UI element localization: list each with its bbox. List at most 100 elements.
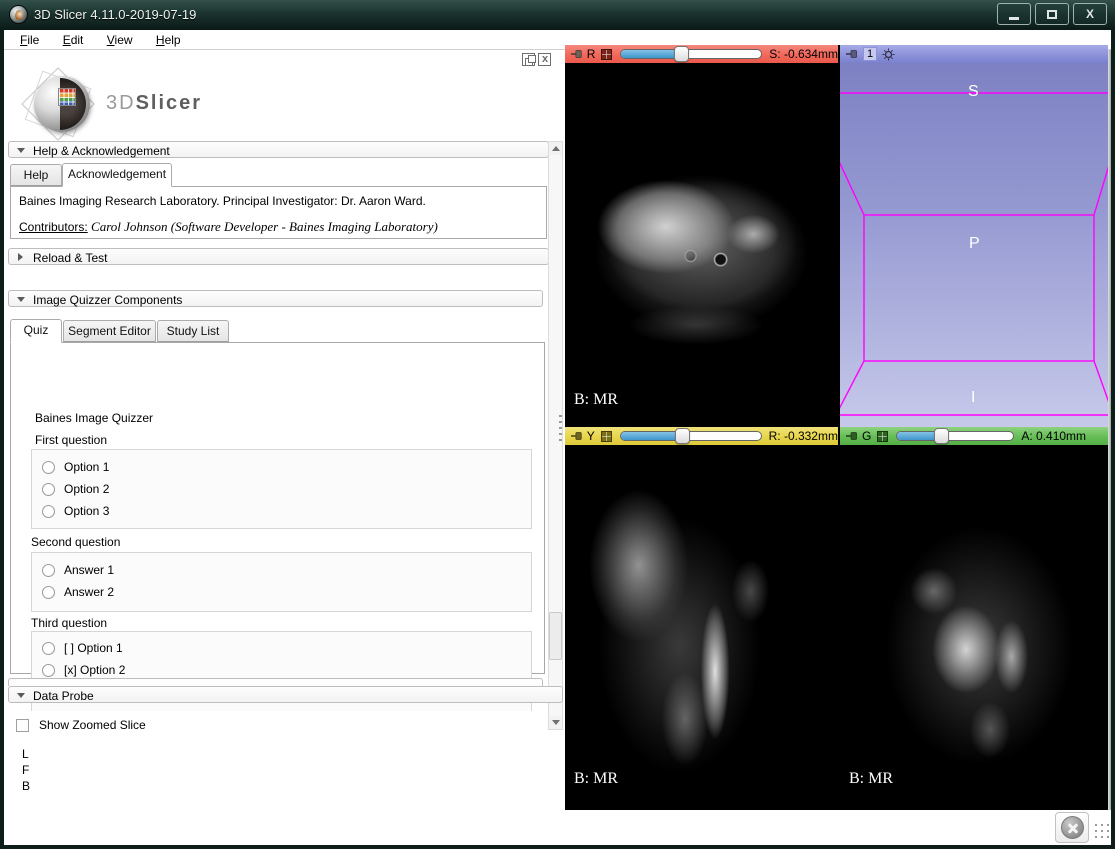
app-icon xyxy=(9,5,28,24)
yellow-slice-image[interactable] xyxy=(565,445,838,810)
window-right-edge xyxy=(1108,50,1111,810)
green-slice-slider[interactable] xyxy=(896,430,1014,442)
help-ack-section-header[interactable]: Help & Acknowledgement xyxy=(8,141,549,158)
quizzer-title: Image Quizzer Components xyxy=(33,293,182,307)
radio-icon[interactable] xyxy=(42,564,55,577)
slider-fill xyxy=(621,432,684,440)
radio-icon[interactable] xyxy=(42,586,55,599)
scroll-down-button[interactable] xyxy=(549,716,562,729)
quizzer-section-header[interactable]: Image Quizzer Components xyxy=(8,290,543,307)
close-panel-icon[interactable] xyxy=(538,53,551,66)
tab-acknowledgement[interactable]: Acknowledgement xyxy=(62,163,172,187)
contributors-text: Carol Johnson (Software Developer - Bain… xyxy=(91,219,438,234)
menu-edit[interactable]: Edit xyxy=(59,33,88,47)
radio-option[interactable]: Option 3 xyxy=(42,504,109,518)
radio-option[interactable]: Answer 1 xyxy=(42,563,114,577)
radio-option[interactable]: Option 2 xyxy=(42,482,109,496)
pushpin-icon[interactable] xyxy=(570,49,583,59)
scroll-up-button[interactable] xyxy=(549,142,562,155)
collapse-triangle-icon xyxy=(17,693,25,698)
red-view-letter: R xyxy=(587,47,596,61)
red-volume-label: B: MR xyxy=(574,391,618,409)
data-probe-title: Data Probe xyxy=(33,689,94,703)
menu-view[interactable]: View xyxy=(103,33,137,47)
orientation-label-superior: S xyxy=(968,83,979,101)
application-window: 3D Slicer 4.11.0-2019-07-19 X File Edit … xyxy=(0,0,1115,849)
radio-option[interactable]: Answer 2 xyxy=(42,585,114,599)
question-1-group: Option 1 Option 2 Option 3 xyxy=(31,449,532,529)
title-bar[interactable]: 3D Slicer 4.11.0-2019-07-19 X xyxy=(0,0,1115,30)
view-menu-icon[interactable] xyxy=(601,49,612,60)
window-title: 3D Slicer 4.11.0-2019-07-19 xyxy=(34,7,196,22)
green-slice-image[interactable] xyxy=(840,445,1108,810)
view-menu-icon[interactable] xyxy=(877,431,888,442)
yellow-slice-slider[interactable] xyxy=(620,430,762,442)
slider-handle[interactable] xyxy=(674,46,689,62)
popup-panel-icon[interactable] xyxy=(522,53,535,66)
clipped-section-header xyxy=(8,678,543,686)
quiz-panel: Baines Image Quizzer First question Opti… xyxy=(10,342,545,674)
yellow-volume-label: B: MR xyxy=(574,770,618,788)
reload-test-title: Reload & Test xyxy=(33,251,108,265)
green-slice-offset: A: 0.410mm xyxy=(1021,429,1086,443)
radio-option[interactable]: [ ] Option 1 xyxy=(42,641,123,655)
radio-icon[interactable] xyxy=(42,642,55,655)
maximize-button[interactable] xyxy=(1035,3,1069,25)
slider-handle[interactable] xyxy=(675,428,690,444)
green-volume-label: B: MR xyxy=(849,770,893,788)
axis-label-b: B xyxy=(22,778,30,794)
radio-icon[interactable] xyxy=(42,483,55,496)
slider-handle[interactable] xyxy=(934,428,949,444)
show-zoomed-slice-checkbox[interactable] xyxy=(16,719,29,732)
show-zoomed-slice-row[interactable]: Show Zoomed Slice xyxy=(16,718,146,732)
close-icon: X xyxy=(1086,8,1094,20)
center-view-gear-icon[interactable] xyxy=(882,48,895,61)
data-probe-axis-labels: L F B xyxy=(22,746,30,794)
pushpin-icon[interactable] xyxy=(570,431,583,441)
dialog-close-button[interactable] xyxy=(1055,812,1089,843)
tab-quiz[interactable]: Quiz xyxy=(10,319,62,343)
tab-segment-editor[interactable]: Segment Editor xyxy=(63,320,156,342)
radio-icon[interactable] xyxy=(42,461,55,474)
question-1-label: First question xyxy=(35,433,107,447)
acknowledgement-panel: Baines Imaging Research Laboratory. Prin… xyxy=(10,186,547,239)
close-button[interactable]: X xyxy=(1073,3,1107,25)
view-menu-icon[interactable] xyxy=(601,431,612,442)
status-bar xyxy=(4,810,1111,845)
threed-viewer[interactable]: 1 S xyxy=(840,45,1108,427)
red-slice-offset: S: -0.634mm xyxy=(769,47,838,61)
threed-viewer-bar: 1 xyxy=(840,45,1108,63)
tab-help[interactable]: Help xyxy=(10,164,62,186)
green-slice-viewer[interactable]: G A: 0.410mm B: MR xyxy=(840,427,1108,810)
slice-view-grid: R S: -0.634mm B: MR 1 xyxy=(565,45,1108,810)
radio-icon[interactable] xyxy=(42,664,55,677)
arrow-down-icon xyxy=(552,720,560,725)
radio-icon[interactable] xyxy=(42,505,55,518)
axis-label-f: F xyxy=(22,762,30,778)
reload-test-section-header[interactable]: Reload & Test xyxy=(8,248,549,265)
yellow-slice-offset: R: -0.332mm xyxy=(769,429,838,443)
maximize-icon xyxy=(1047,10,1057,19)
data-probe-section-header[interactable]: Data Probe xyxy=(8,686,563,703)
pushpin-icon[interactable] xyxy=(845,431,858,441)
red-slice-image[interactable] xyxy=(565,63,838,427)
resize-grip[interactable] xyxy=(1093,822,1109,840)
radio-option[interactable]: [x] Option 2 xyxy=(42,663,125,677)
acknowledgement-text: Baines Imaging Research Laboratory. Prin… xyxy=(19,194,426,208)
radio-option[interactable]: Option 1 xyxy=(42,460,109,474)
green-view-letter: G xyxy=(862,429,871,443)
show-zoomed-slice-label: Show Zoomed Slice xyxy=(39,718,146,732)
tab-study-list[interactable]: Study List xyxy=(157,320,229,342)
question-2-group: Answer 1 Answer 2 xyxy=(31,552,532,612)
minimize-button[interactable] xyxy=(997,3,1031,25)
red-slice-slider[interactable] xyxy=(620,48,762,60)
menu-file[interactable]: File xyxy=(16,33,43,47)
minimize-icon xyxy=(1009,17,1019,20)
threed-scene[interactable]: S P I xyxy=(840,63,1108,427)
panel-splitter-handle[interactable] xyxy=(559,415,562,443)
pushpin-icon[interactable] xyxy=(845,49,858,59)
scrollbar-thumb[interactable] xyxy=(549,612,562,660)
menu-help[interactable]: Help xyxy=(152,33,185,47)
red-slice-viewer[interactable]: R S: -0.634mm B: MR xyxy=(565,45,838,427)
yellow-slice-viewer[interactable]: Y R: -0.332mm B: MR xyxy=(565,427,838,810)
